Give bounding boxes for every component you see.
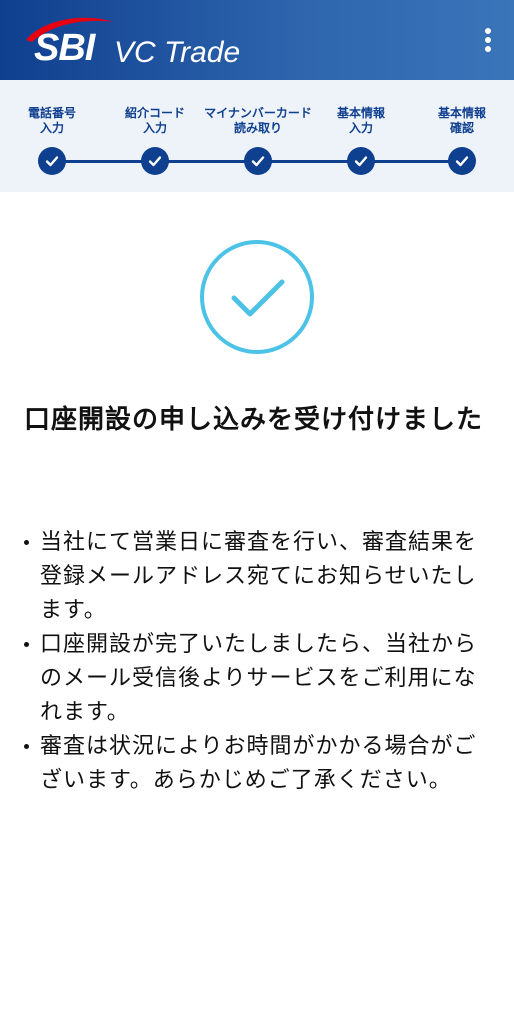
step-label: 基本情報 入力 (336, 106, 385, 135)
check-circle-icon (198, 238, 316, 356)
list-item: 当社にて営業日に審査を行い、審査結果を登録メールアドレス宛てにお知らせいたします… (20, 526, 490, 628)
step-label: 紹介コード 入力 (124, 106, 185, 135)
list-item: 口座開設が完了いたしましたら、当社からのメール受信後よりサービスをご利用になれま… (20, 628, 490, 730)
menu-dot (485, 46, 491, 52)
menu-dot (485, 37, 491, 43)
step-label: マイナンバーカード 読み取り (204, 106, 312, 135)
notes-list: 当社にて営業日に審査を行い、審査結果を登録メールアドレス宛てにお知らせいたします… (20, 526, 490, 798)
step-complete-check-icon (448, 147, 476, 175)
step-referral-code: 紹介コード 入力 (95, 106, 215, 175)
progress-stepper: 電話番号 入力 紹介コード 入力 マイナンバーカード 読み取り 基本情報 入力 … (0, 80, 514, 192)
step-complete-check-icon (141, 147, 169, 175)
logo-vc-trade-text: VC Trade (114, 36, 241, 69)
menu-dot (485, 28, 491, 34)
step-complete-check-icon (38, 147, 66, 175)
step-complete-check-icon (347, 147, 375, 175)
list-item: 審査は状況によりお時間がかかる場合がございます。あらかじめご了承ください。 (20, 730, 490, 798)
step-label: 基本情報 確認 (437, 106, 486, 135)
step-complete-check-icon (244, 147, 272, 175)
step-basic-info-confirm: 基本情報 確認 (402, 106, 514, 175)
more-vertical-icon[interactable] (480, 24, 496, 56)
logo-sbi-text: SBI (34, 27, 95, 69)
app-header: SBI VC Trade (0, 0, 514, 80)
step-my-number-card: マイナンバーカード 読み取り (198, 106, 318, 175)
page-title: 口座開設の申し込みを受け付けました (24, 405, 484, 435)
sbi-vc-trade-logo[interactable]: SBI VC Trade (22, 14, 262, 70)
step-label: 電話番号 入力 (27, 106, 76, 135)
